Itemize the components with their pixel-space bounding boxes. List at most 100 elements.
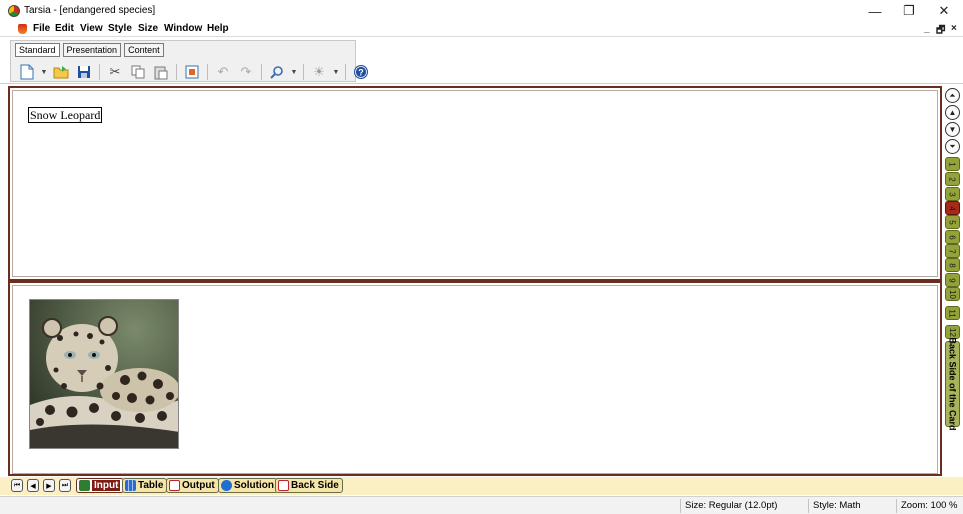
tab-solution[interactable]: Solution bbox=[218, 478, 278, 493]
zoom-icon[interactable] bbox=[267, 63, 287, 81]
window-title: Tarsia - [endangered species] bbox=[24, 5, 156, 16]
card-number-label: 1 bbox=[947, 161, 957, 167]
card-number-label: 3 bbox=[947, 191, 957, 197]
input-icon bbox=[79, 480, 90, 491]
help-icon[interactable]: ? bbox=[351, 63, 371, 81]
previous-view-icon[interactable]: ◀ bbox=[27, 479, 39, 492]
tab-card-11[interactable]: 11 bbox=[945, 306, 960, 320]
first-view-icon[interactable]: ⏮ bbox=[11, 479, 23, 492]
menu-window[interactable]: Window bbox=[164, 23, 202, 34]
undo-icon[interactable]: ↶ bbox=[213, 63, 233, 81]
tab-card-1[interactable]: 1 bbox=[945, 157, 960, 171]
first-card-icon[interactable]: ⏶ bbox=[945, 88, 960, 103]
minimize-button[interactable]: — bbox=[858, 1, 892, 21]
last-view-icon[interactable]: ⏭ bbox=[59, 479, 71, 492]
card-number-label: 6 bbox=[947, 234, 957, 240]
tab-solution-label: Solution bbox=[234, 480, 274, 491]
toolbar-tab-standard[interactable]: Standard bbox=[15, 43, 60, 57]
tab-output-label: Output bbox=[182, 480, 215, 491]
next-card-icon[interactable]: ▼ bbox=[945, 122, 960, 137]
tab-table-label: Table bbox=[138, 480, 164, 491]
card-editor: Snow Leopard bbox=[8, 86, 942, 476]
toolbar-separator bbox=[261, 64, 262, 80]
card-number-label: 5 bbox=[947, 219, 957, 225]
cut-icon[interactable]: ✂ bbox=[105, 63, 125, 81]
view-tabs-bar: ⏮ ◀ ▶ ⏭ Input Table Output Solution Back… bbox=[0, 477, 963, 495]
tab-output[interactable]: Output bbox=[166, 478, 219, 493]
previous-card-icon[interactable]: ▲ bbox=[945, 105, 960, 120]
back-side-icon bbox=[278, 480, 289, 491]
new-icon[interactable] bbox=[17, 63, 37, 81]
close-button[interactable]: ✕ bbox=[927, 1, 961, 21]
toolbar-separator bbox=[303, 64, 304, 80]
tab-input-label: Input bbox=[92, 480, 121, 491]
card-number-label: 9 bbox=[947, 277, 957, 283]
toolbar-separator bbox=[176, 64, 177, 80]
card-divider bbox=[10, 279, 940, 283]
tab-card-6[interactable]: 6 bbox=[945, 230, 960, 244]
dropdown-arrow-icon[interactable]: ▼ bbox=[290, 63, 298, 81]
status-bar: Size: Regular (12.0pt) Style: Math Zoom:… bbox=[0, 496, 963, 514]
card-front-text[interactable]: Snow Leopard bbox=[28, 107, 103, 123]
dropdown-arrow-icon[interactable]: ▼ bbox=[40, 63, 48, 81]
tab-table[interactable]: Table bbox=[122, 478, 168, 493]
status-zoom: Zoom: 100 % bbox=[896, 499, 963, 513]
toolbar-separator bbox=[207, 64, 208, 80]
image-icon[interactable] bbox=[182, 63, 202, 81]
svg-text:?: ? bbox=[358, 68, 364, 78]
table-icon bbox=[125, 480, 136, 491]
redo-icon[interactable]: ↷ bbox=[236, 63, 256, 81]
tab-card-3[interactable]: 3 bbox=[945, 187, 960, 201]
tab-input[interactable]: Input bbox=[76, 478, 125, 493]
tab-back-side[interactable]: Back Side bbox=[275, 478, 343, 493]
toolbar-tab-presentation[interactable]: Presentation bbox=[62, 43, 122, 57]
restore-button[interactable]: ❐ bbox=[892, 1, 926, 21]
menu-help[interactable]: Help bbox=[207, 23, 229, 34]
open-icon[interactable] bbox=[51, 63, 71, 81]
card-number-label: 2 bbox=[947, 176, 957, 182]
menu-style[interactable]: Style bbox=[108, 23, 132, 34]
menu-file[interactable]: File bbox=[33, 23, 50, 34]
mdi-minimize-button[interactable]: _ bbox=[924, 23, 930, 34]
toolbar-area: Standard Presentation Content ▼ ✂ ↶ ↷ ▼ … bbox=[0, 38, 963, 84]
card-number-label: 12 bbox=[948, 327, 957, 337]
dropdown-arrow-icon[interactable]: ▼ bbox=[332, 63, 340, 81]
menu-edit[interactable]: Edit bbox=[55, 23, 74, 34]
tab-card-2[interactable]: 2 bbox=[945, 172, 960, 186]
last-card-icon[interactable]: ⏷ bbox=[945, 139, 960, 154]
menu-bar: File Edit View Style Size Window Help _ … bbox=[0, 22, 963, 37]
next-view-icon[interactable]: ▶ bbox=[43, 479, 55, 492]
tab-back-side-of-card[interactable]: Back Side of the Card bbox=[945, 337, 960, 431]
card-number-label: 8 bbox=[947, 262, 957, 268]
card-number-label: 10 bbox=[948, 289, 957, 299]
brightness-icon[interactable]: ☀ bbox=[309, 63, 329, 81]
status-size: Size: Regular (12.0pt) bbox=[680, 499, 806, 513]
document-icon[interactable] bbox=[18, 24, 27, 34]
tab-card-8[interactable]: 8 bbox=[945, 258, 960, 272]
toolbar-separator bbox=[345, 64, 346, 80]
tab-back-side-label: Back Side bbox=[291, 480, 339, 491]
title-bar: Tarsia - [endangered species] — ❐ ✕ bbox=[0, 0, 963, 22]
toolbar-panel: Standard Presentation Content ▼ ✂ ↶ ↷ ▼ … bbox=[10, 40, 368, 82]
mdi-close-button[interactable]: × bbox=[951, 23, 957, 34]
back-side-label: Back Side of the Card bbox=[947, 337, 958, 431]
tab-card-7[interactable]: 7 bbox=[945, 244, 960, 258]
copy-icon[interactable] bbox=[128, 63, 148, 81]
save-icon[interactable] bbox=[74, 63, 94, 81]
solution-icon bbox=[221, 480, 232, 491]
tab-card-10[interactable]: 10 bbox=[945, 287, 960, 301]
toolbar-tabs: Standard Presentation Content bbox=[15, 43, 164, 58]
paste-icon[interactable] bbox=[151, 63, 171, 81]
tab-card-4[interactable]: 4 bbox=[945, 201, 960, 215]
status-style: Style: Math bbox=[808, 499, 894, 513]
tab-card-5[interactable]: 5 bbox=[945, 215, 960, 229]
card-front-panel[interactable]: Snow Leopard bbox=[12, 90, 938, 277]
toolbar-tab-content[interactable]: Content bbox=[124, 43, 164, 57]
tab-card-9[interactable]: 9 bbox=[945, 273, 960, 287]
card-number-label: 7 bbox=[947, 248, 957, 254]
toolbar-icons: ▼ ✂ ↶ ↷ ▼ ☀ ▼ ? bbox=[17, 62, 371, 82]
card-back-panel[interactable] bbox=[12, 285, 938, 474]
menu-view[interactable]: View bbox=[80, 23, 103, 34]
snow-leopard-image[interactable] bbox=[29, 299, 179, 449]
menu-size[interactable]: Size bbox=[138, 23, 158, 34]
